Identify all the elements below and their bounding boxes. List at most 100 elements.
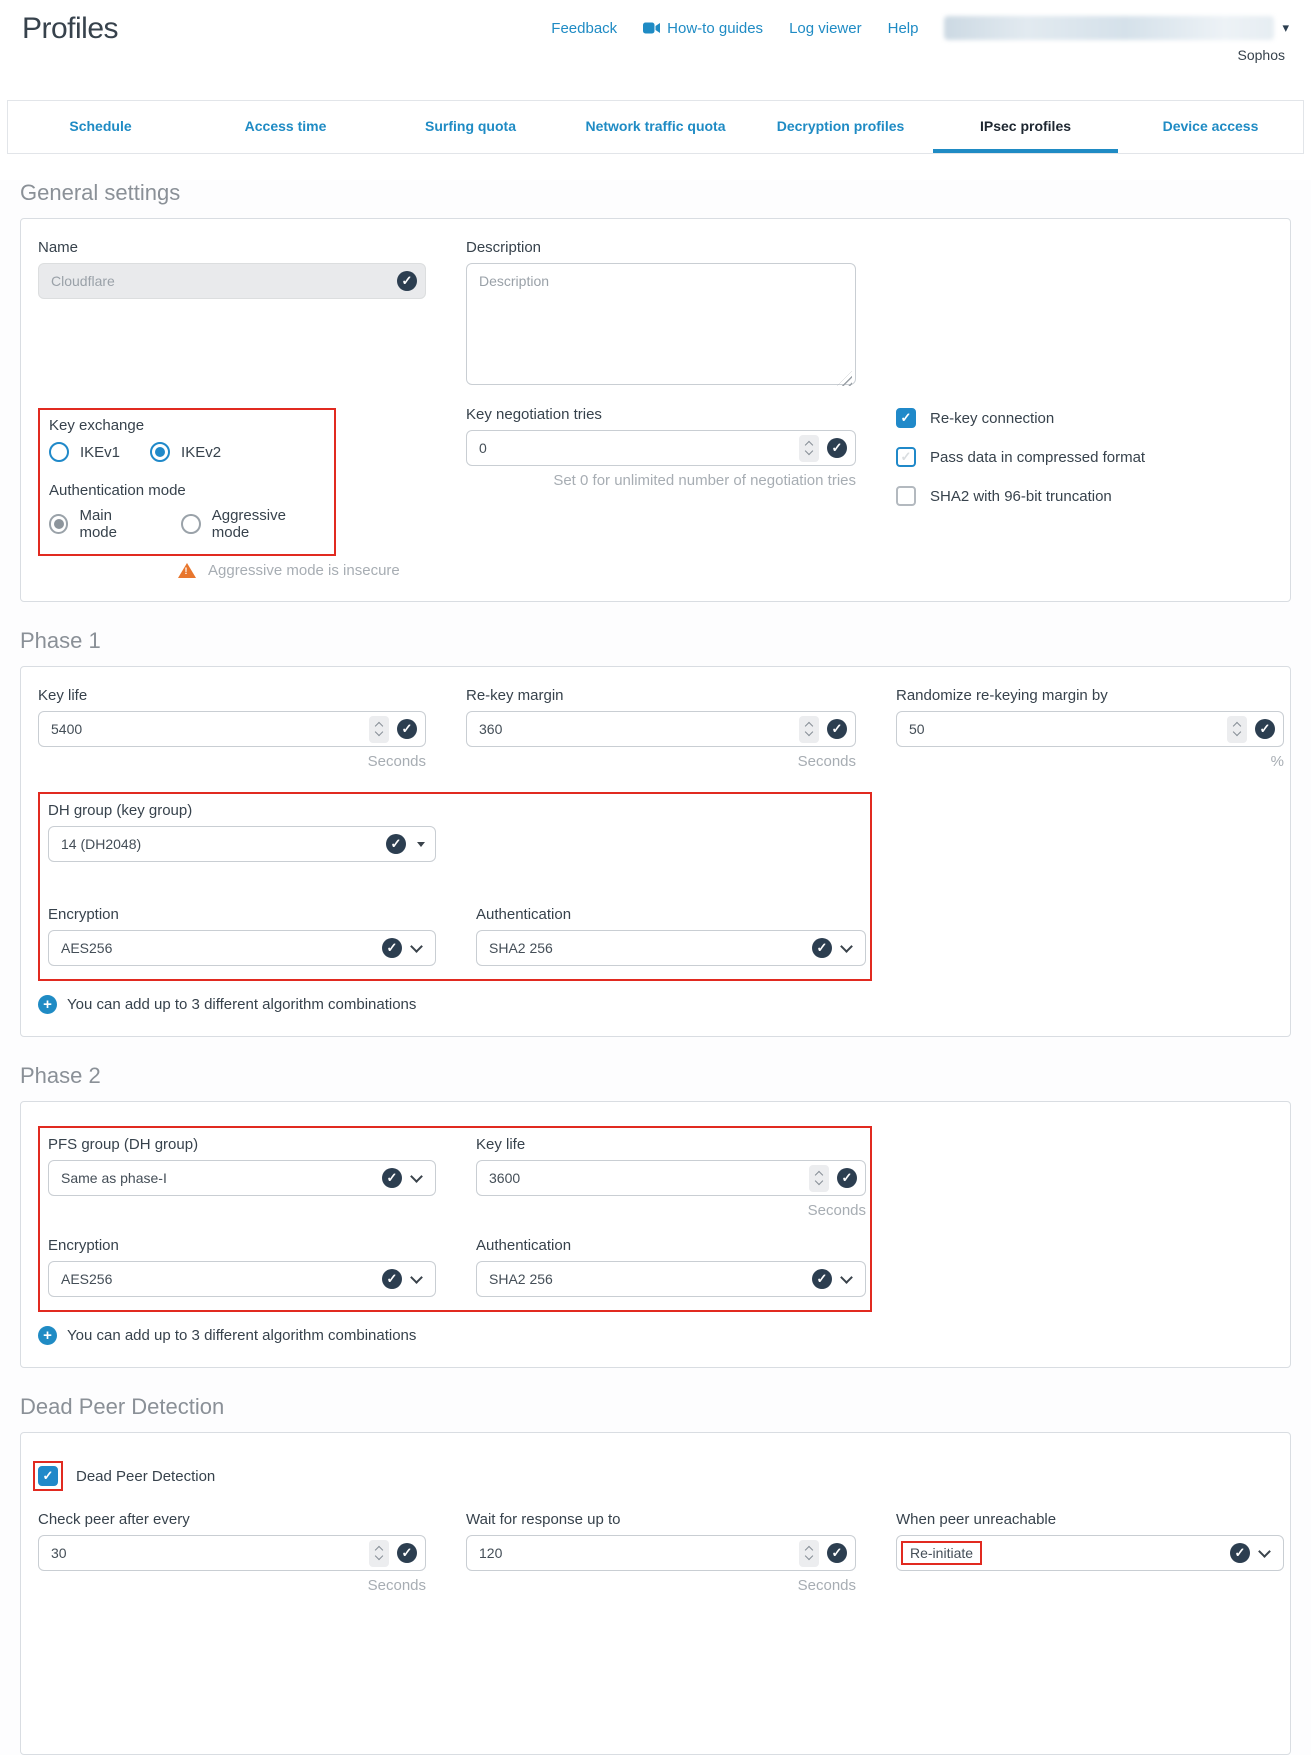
general-settings-card: Name Cloudflare ✓ Description (20, 218, 1291, 602)
key-negotiation-help: Set 0 for unlimited number of negotiatio… (466, 472, 856, 489)
phase1-authentication-select[interactable]: SHA2 256 ✓ (476, 930, 866, 966)
valid-check-icon: ✓ (812, 938, 832, 958)
options-column: ✓ Re-key connection ✓ Pass data in compr… (896, 406, 1284, 579)
caret-down-icon[interactable]: ▾ (1282, 20, 1289, 36)
note-text: You can add up to 3 different algorithm … (67, 1327, 416, 1344)
sha2-truncation-label: SHA2 with 96-bit truncation (930, 488, 1112, 505)
description-label: Description (466, 239, 856, 256)
radio-checked-icon[interactable] (150, 442, 170, 462)
phase2-encryption-field: Encryption AES256 ✓ (48, 1237, 436, 1297)
valid-check-icon: ✓ (397, 1543, 417, 1563)
checkbox-icon[interactable]: ✓ (896, 447, 916, 467)
key-negotiation-label: Key negotiation tries (466, 406, 856, 423)
stepper-control[interactable] (369, 716, 389, 743)
phase1-rekey-margin-input[interactable]: 360 ✓ (466, 711, 856, 747)
stepper-control[interactable] (369, 1540, 389, 1567)
unit-label: Seconds (466, 1577, 856, 1594)
peer-unreachable-select[interactable]: Re-initiate ✓ (896, 1535, 1284, 1571)
wait-response-label: Wait for response up to (466, 1511, 856, 1528)
radio-checked-icon[interactable] (49, 514, 68, 534)
warning-text: Aggressive mode is insecure (208, 562, 400, 579)
checkbox-checked-icon[interactable]: ✓ (38, 1466, 58, 1486)
video-camera-icon (643, 22, 660, 34)
compressed-format-checkbox[interactable]: ✓ Pass data in compressed format (896, 447, 1284, 467)
unit-label: Seconds (466, 753, 856, 770)
dpd-enable-row: ✓ Dead Peer Detection (38, 1461, 1273, 1491)
tab-surfing-quota[interactable]: Surfing quota (378, 101, 563, 153)
dh-group-field: DH group (key group) 14 (DH2048) ✓ (48, 802, 436, 862)
auth-mode-label: Authentication mode (49, 482, 324, 499)
tab-schedule[interactable]: Schedule (8, 101, 193, 153)
tab-access-time[interactable]: Access time (193, 101, 378, 153)
phase1-card: Key life 5400 ✓ Seconds Re-key margin 36… (20, 666, 1291, 1037)
wait-response-value: 120 (479, 1545, 799, 1561)
radio-icon[interactable] (181, 514, 201, 534)
key-negotiation-input[interactable]: 0 ✓ (466, 430, 856, 466)
phase1-add-combination-note: + You can add up to 3 different algorith… (38, 995, 1273, 1014)
chevron-down-icon (1258, 1545, 1271, 1558)
phase1-encryption-select[interactable]: AES256 ✓ (48, 930, 436, 966)
name-input: Cloudflare ✓ (38, 263, 426, 299)
dpd-checkbox-annotation-box: ✓ (33, 1461, 63, 1491)
aggressive-mode-warning: ! Aggressive mode is insecure (178, 562, 426, 579)
chevron-down-icon (840, 940, 853, 953)
dh-group-select[interactable]: 14 (DH2048) ✓ (48, 826, 436, 862)
pfs-group-label: PFS group (DH group) (48, 1136, 436, 1153)
valid-check-icon: ✓ (397, 719, 417, 739)
key-life-label: Key life (38, 687, 426, 704)
chevron-down-icon (840, 1271, 853, 1284)
log-viewer-link[interactable]: Log viewer (789, 20, 862, 37)
tab-network-traffic-quota[interactable]: Network traffic quota (563, 101, 748, 153)
pfs-group-field: PFS group (DH group) Same as phase-I ✓ (48, 1136, 436, 1219)
tab-ipsec-profiles[interactable]: IPsec profiles (933, 101, 1118, 153)
feedback-link[interactable]: Feedback (551, 20, 617, 37)
stepper-control[interactable] (1227, 716, 1247, 743)
main-mode-label: Main mode (79, 507, 151, 541)
help-link[interactable]: Help (888, 20, 919, 37)
radio-ikev1[interactable]: IKEv1 (49, 442, 120, 462)
radio-ikev2[interactable]: IKEv2 (150, 442, 221, 462)
wait-response-input[interactable]: 120 ✓ (466, 1535, 856, 1571)
valid-check-icon: ✓ (382, 938, 402, 958)
radio-main-mode[interactable]: Main mode (49, 507, 151, 541)
header-links: Feedback How-to guides Log viewer Help ▾ (551, 10, 1289, 40)
tab-device-access[interactable]: Device access (1118, 101, 1303, 153)
key-exchange-annotation-box: Key exchange IKEv1 IKEv2 Authenticat (38, 408, 336, 556)
how-to-guides-link[interactable]: How-to guides (643, 20, 763, 37)
stepper-control[interactable] (799, 716, 819, 743)
peer-unreachable-value: Re-initiate (910, 1545, 973, 1561)
checkbox-checked-icon[interactable]: ✓ (896, 408, 916, 428)
phase1-heading: Phase 1 (20, 628, 1291, 654)
ikev2-label: IKEv2 (181, 444, 221, 461)
rekey-connection-label: Re-key connection (930, 410, 1054, 427)
add-icon[interactable]: + (38, 1326, 57, 1345)
pfs-group-select[interactable]: Same as phase-I ✓ (48, 1160, 436, 1196)
radio-icon[interactable] (49, 442, 69, 462)
phase2-authentication-field: Authentication SHA2 256 ✓ (476, 1237, 866, 1297)
ikev1-label: IKEv1 (80, 444, 120, 461)
warning-bang: ! (185, 566, 188, 576)
checkbox-icon[interactable] (896, 486, 916, 506)
check-peer-value: 30 (51, 1545, 369, 1561)
tab-decryption-profiles[interactable]: Decryption profiles (748, 101, 933, 153)
add-icon[interactable]: + (38, 995, 57, 1014)
check-peer-input[interactable]: 30 ✓ (38, 1535, 426, 1571)
description-textarea[interactable] (466, 263, 856, 385)
chevron-down-icon (410, 940, 423, 953)
phase1-key-life-input[interactable]: 5400 ✓ (38, 711, 426, 747)
sha2-truncation-checkbox[interactable]: SHA2 with 96-bit truncation (896, 486, 1284, 506)
stepper-control[interactable] (809, 1165, 829, 1192)
account-selector[interactable]: ▾ (944, 16, 1289, 40)
key-life-label: Key life (476, 1136, 866, 1153)
stepper-control[interactable] (799, 1540, 819, 1567)
header-right: Feedback How-to guides Log viewer Help ▾… (551, 10, 1289, 63)
radio-aggressive-mode[interactable]: Aggressive mode (181, 507, 324, 541)
stepper-control[interactable] (799, 435, 819, 462)
phase2-authentication-select[interactable]: SHA2 256 ✓ (476, 1261, 866, 1297)
phase2-encryption-select[interactable]: AES256 ✓ (48, 1261, 436, 1297)
valid-check-icon: ✓ (1230, 1543, 1250, 1563)
phase2-key-life-input[interactable]: 3600 ✓ (476, 1160, 866, 1196)
phase1-randomize-input[interactable]: 50 ✓ (896, 711, 1284, 747)
rekey-connection-checkbox[interactable]: ✓ Re-key connection (896, 408, 1284, 428)
encryption-label: Encryption (48, 906, 436, 923)
